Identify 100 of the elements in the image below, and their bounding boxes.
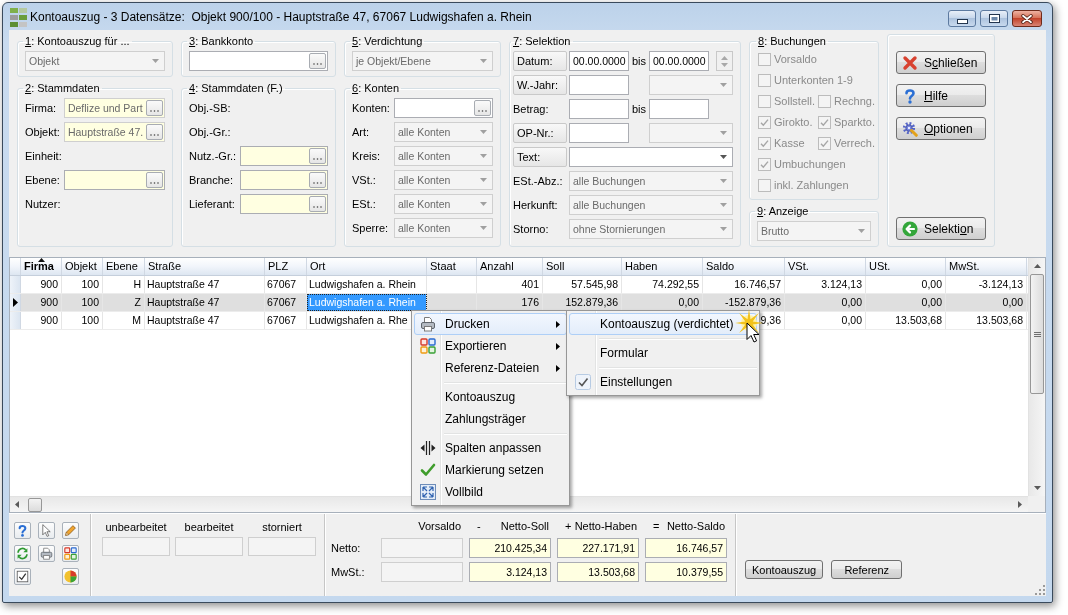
text-field[interactable] [649,99,709,119]
column-header[interactable]: Anzahl [477,258,543,275]
table-cell: 100 [62,312,103,329]
menu-item[interactable]: Einstellungen [569,371,757,393]
browse-button[interactable] [474,100,491,116]
table-cell: 0,00 [785,294,866,311]
column-resize-icon [420,440,436,456]
vertical-scrollbar[interactable] [1028,258,1045,496]
field-label-button[interactable]: Text: [513,147,567,167]
window-close-button[interactable] [1012,10,1042,27]
text-field[interactable] [569,123,629,143]
menu-item[interactable]: Drucken [414,313,567,335]
footer-button[interactable]: Referenz [831,560,903,579]
browse-button[interactable] [146,172,163,188]
lookup-field[interactable] [63,170,165,190]
column-header[interactable]: Firma [21,258,62,275]
field-label: ESt.-Abz.: [513,174,564,189]
lookup-field[interactable] [189,51,328,71]
menu-item[interactable]: Formular [569,342,757,364]
text-field[interactable]: 00.00.0000 [569,51,629,71]
export-icon [420,338,436,354]
menu-item[interactable]: Kontoauszug [414,386,567,408]
help-button[interactable] [14,522,31,539]
pencil-button[interactable] [62,522,79,539]
minimize-button[interactable] [948,10,976,27]
scrollbar-thumb[interactable] [28,497,42,512]
sort-arrow-icon [38,258,45,262]
close-button[interactable]: Schließen [896,51,986,74]
lookup-field[interactable] [393,98,493,118]
browse-button[interactable] [309,148,326,164]
menu-item[interactable]: Vollbild [414,481,567,503]
counter-label: bearbeitet [184,521,234,534]
column-header[interactable]: Staat [427,258,477,275]
field-label: Sperre: [352,221,390,236]
pointer-icon [40,524,53,537]
maximize-button[interactable] [980,10,1008,27]
print-button[interactable] [38,545,55,562]
column-header[interactable]: Straße [145,258,265,275]
row-header[interactable] [10,294,21,311]
horizontal-scrollbar[interactable] [10,496,1028,512]
close-icon [902,54,918,71]
browse-button[interactable] [309,53,326,69]
pointer-button[interactable] [38,522,55,539]
dropdown[interactable] [569,147,733,167]
submenu-arrow-icon [556,320,560,328]
field-label-button[interactable]: W.-Jahr: [513,75,567,95]
text-field[interactable] [569,75,629,95]
menu-item[interactable]: Spalten anpassen [414,437,567,459]
menu-item[interactable]: Zahlungsträger [414,408,567,430]
table-cell: Hauptstraße 47 [145,294,265,311]
column-header[interactable]: PLZ [265,258,307,275]
footer-button[interactable]: Kontoauszug [745,560,824,579]
field-label: Lieferant: [189,197,236,212]
back-button[interactable]: Selektion [896,217,986,240]
check-icon [575,374,591,390]
column-header[interactable]: Objekt [62,258,103,275]
refresh-button[interactable] [14,545,31,562]
checkbox-button[interactable] [14,568,31,585]
table-cell: 401 [477,276,543,293]
column-header[interactable]: Haben [622,258,703,275]
field-label: Nutzer: [25,197,62,212]
browse-button[interactable] [309,172,326,188]
lookup-field[interactable] [240,170,328,190]
menu-item[interactable]: Markierung setzen [414,459,567,481]
lookup-field[interactable] [240,194,328,214]
text-field[interactable] [569,99,629,119]
menu-item[interactable]: Referenz-Dateien [414,357,567,379]
caret-icon [720,83,727,87]
pie-chart-button[interactable] [62,568,79,585]
field-label-button[interactable]: Datum: [513,51,567,71]
column-header[interactable]: Ort [307,258,427,275]
field-label: Herkunft: [513,198,559,213]
column-header[interactable]: VSt. [785,258,866,275]
column-header[interactable]: Soll [543,258,622,275]
group-title: 8: Buchungen [757,34,827,48]
text-field[interactable]: 00.00.0000 [649,51,709,71]
menu-item[interactable]: Exportieren [414,335,567,357]
printer-icon [420,316,436,332]
operator-sign: - [477,520,481,532]
lookup-field[interactable] [240,146,328,166]
column-header[interactable]: USt. [866,258,946,275]
column-header[interactable]: Ebene [103,258,145,275]
table-cell: 900 [21,276,62,293]
field-label-button[interactable]: OP-Nr.: [513,123,567,143]
group-title: 5: Verdichtung [351,34,424,48]
column-header[interactable]: MwSt. [946,258,1027,275]
options-button[interactable]: Optionen [896,117,986,140]
browse-button[interactable] [309,196,326,212]
field-label: Obj.-SB: [189,101,232,116]
table-cell: 13.503,68 [866,312,946,329]
caret-icon [480,226,487,230]
export-button[interactable] [62,545,79,562]
table-row[interactable]: 900 100 Z Hauptstraße 47 67067 Ludwigshafen a. Rhein 176 152.879,36 0,00 -152.879,36 0,00 0,00 0,00 [10,294,1028,312]
pointer-icon [746,322,760,343]
column-header[interactable]: Saldo [703,258,785,275]
scrollbar-thumb[interactable] [1030,274,1044,394]
help-icon [902,87,918,104]
help-button[interactable]: Hilfe [896,84,986,107]
operator-sign: = [653,520,660,532]
table-cell: 0,00 [866,276,946,293]
